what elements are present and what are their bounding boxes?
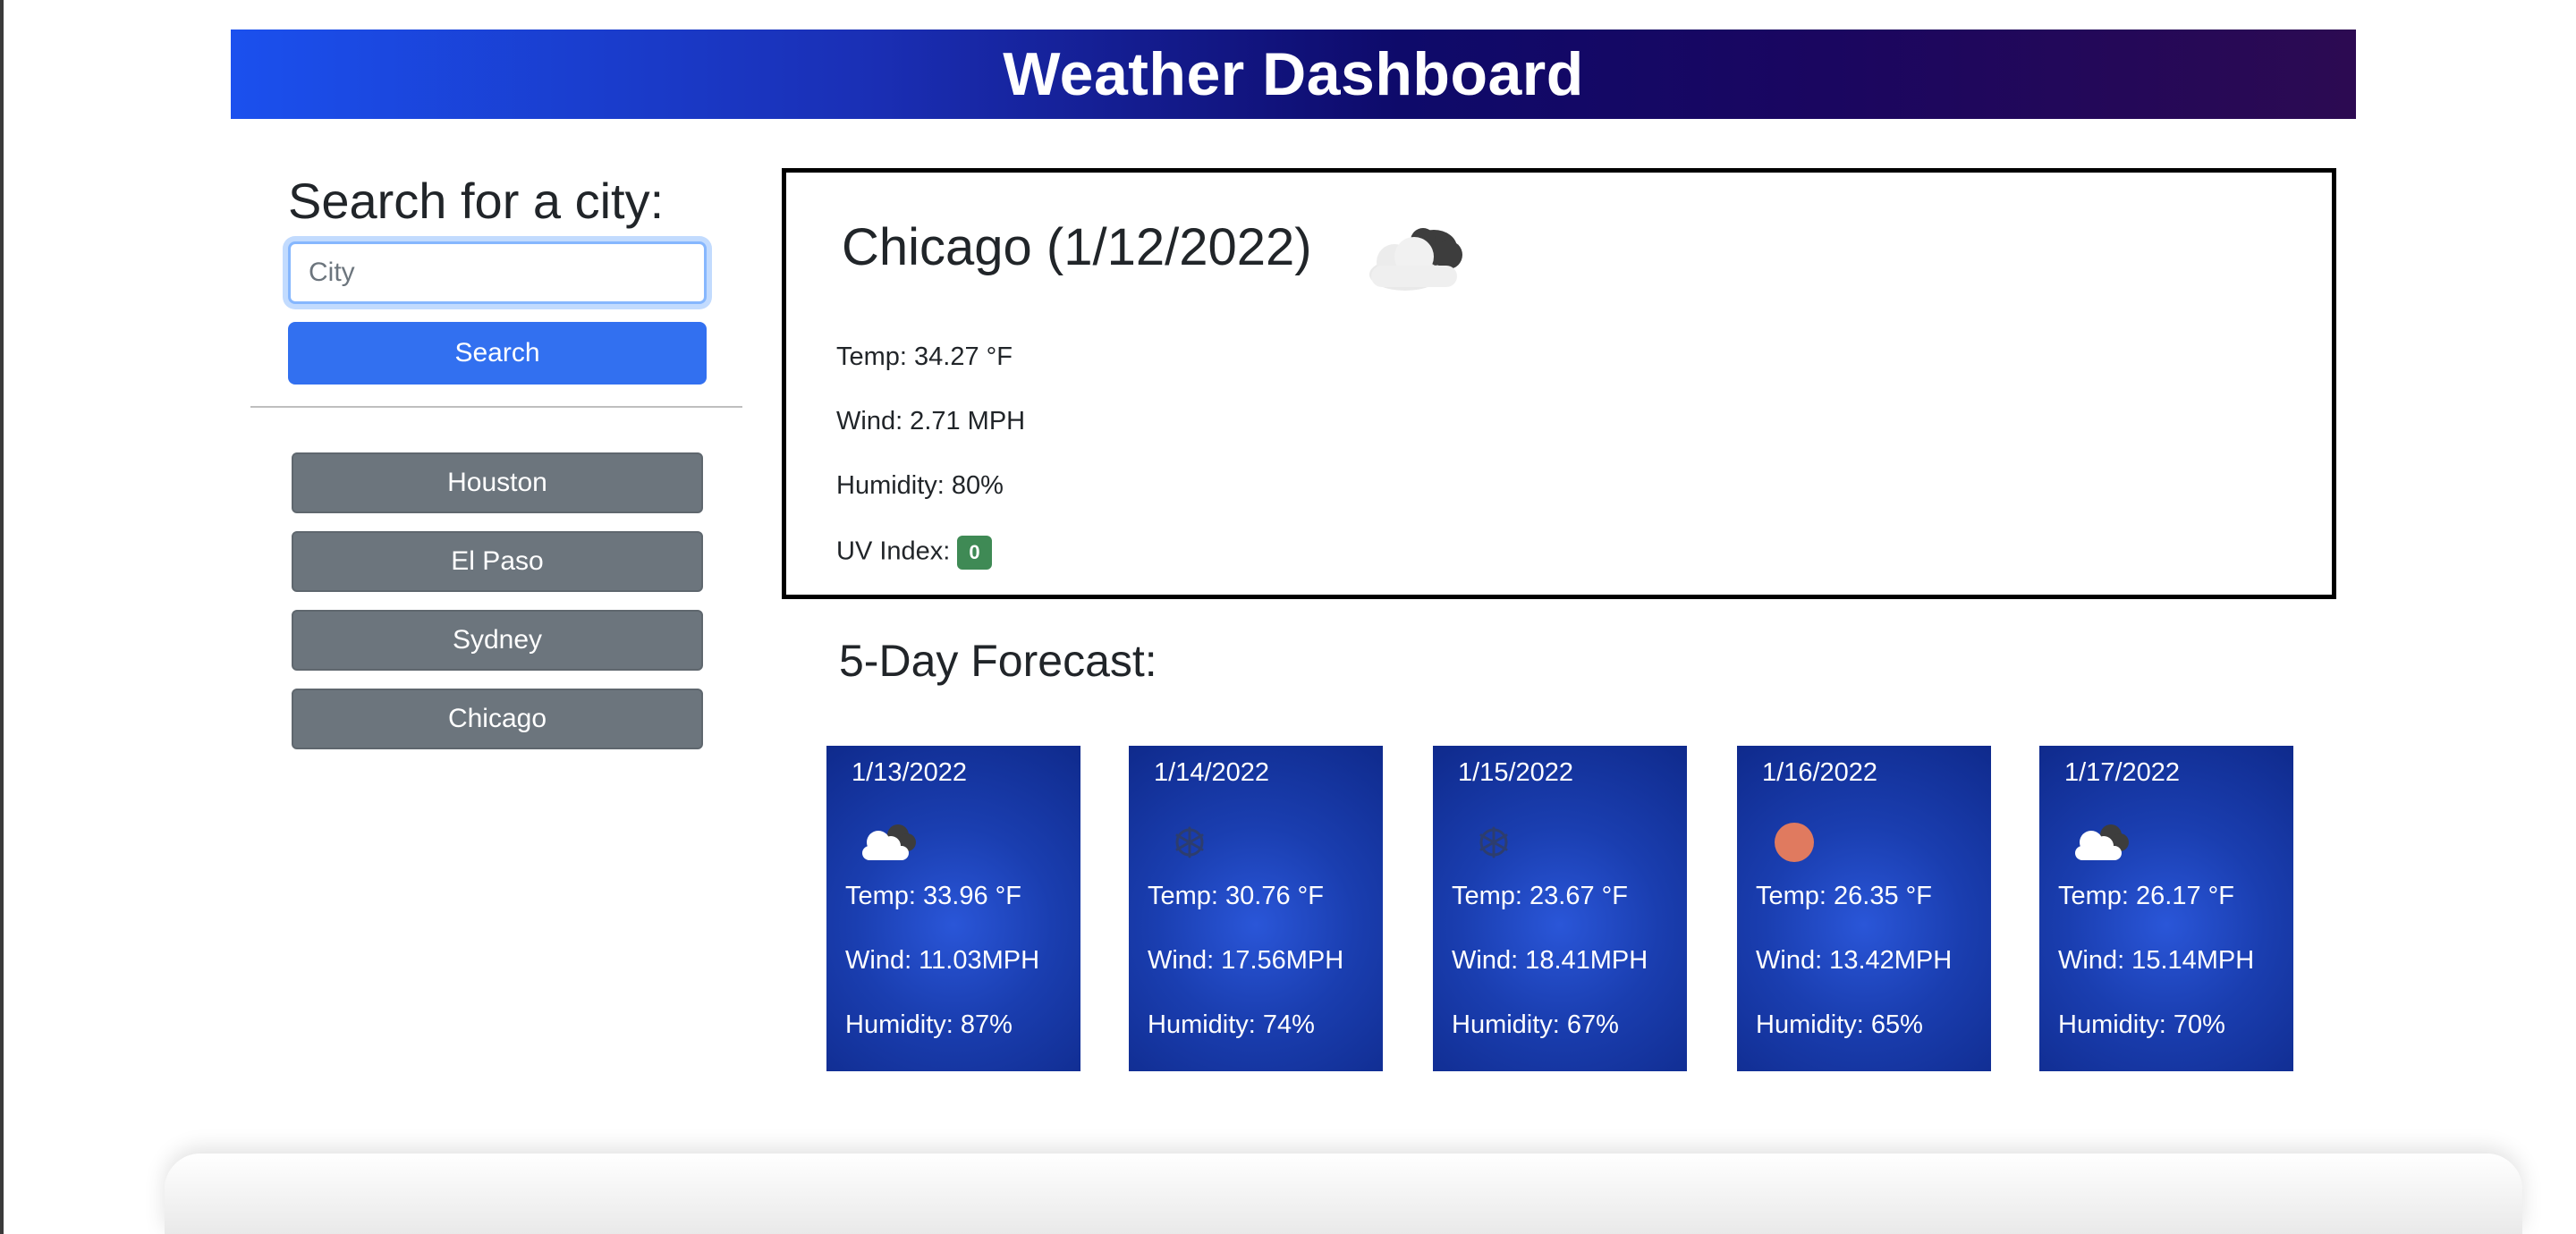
uv-index-badge: 0 bbox=[957, 536, 992, 570]
forecast-heading: 5-Day Forecast: bbox=[839, 636, 1157, 686]
sidebar-divider bbox=[250, 406, 742, 408]
forecast-humidity: Humidity: 65% bbox=[1756, 1010, 1923, 1039]
forecast-card: 1/16/2022 Temp: 26.35 °F Wind: 13.42MPH … bbox=[1737, 746, 1991, 1071]
current-weather-panel: Chicago (1/12/2022) Temp: 34.27 °F Wind:… bbox=[782, 168, 2336, 599]
snow-icon bbox=[1175, 826, 1204, 858]
forecast-wind: Wind: 18.41MPH bbox=[1452, 946, 1648, 975]
history-button-chicago[interactable]: Chicago bbox=[292, 689, 703, 749]
forecast-temp: Temp: 26.35 °F bbox=[1756, 882, 1932, 910]
uv-index-label: UV Index: bbox=[836, 537, 951, 566]
page-title: Weather Dashboard bbox=[1003, 40, 1584, 108]
forecast-temp: Temp: 26.17 °F bbox=[2058, 882, 2234, 910]
forecast-date: 1/16/2022 bbox=[1762, 758, 1878, 787]
city-search-input[interactable] bbox=[288, 241, 707, 304]
window-bottom-shadow bbox=[165, 1154, 2522, 1234]
cloud-partly-icon bbox=[1369, 228, 1462, 291]
forecast-card: 1/17/2022 Temp: 26.17 °F Wind: 15.14MPH … bbox=[2039, 746, 2293, 1071]
broken-clouds-icon bbox=[2075, 824, 2129, 860]
forecast-wind: Wind: 11.03MPH bbox=[845, 946, 1040, 975]
browser-viewport: Weather Dashboard Search for a city: Sea… bbox=[0, 0, 2576, 1234]
page-header: Weather Dashboard bbox=[231, 30, 2356, 119]
forecast-humidity: Humidity: 70% bbox=[2058, 1010, 2225, 1039]
sun-icon bbox=[1775, 823, 1814, 862]
forecast-wind: Wind: 13.42MPH bbox=[1756, 946, 1953, 975]
forecast-humidity: Humidity: 74% bbox=[1148, 1010, 1315, 1039]
snow-icon bbox=[1479, 826, 1508, 858]
current-city-title: Chicago (1/12/2022) bbox=[842, 218, 1312, 276]
forecast-temp: Temp: 30.76 °F bbox=[1148, 882, 1324, 910]
forecast-card: 1/14/2022 Temp: 30.76 °F Wind: 17.56MPH … bbox=[1129, 746, 1383, 1071]
forecast-wind: Wind: 15.14MPH bbox=[2058, 946, 2255, 975]
search-heading: Search for a city: bbox=[288, 173, 665, 229]
current-humidity: Humidity: 80% bbox=[836, 471, 1004, 500]
forecast-temp: Temp: 23.67 °F bbox=[1452, 882, 1628, 910]
forecast-humidity: Humidity: 67% bbox=[1452, 1010, 1619, 1039]
forecast-date: 1/13/2022 bbox=[852, 758, 968, 787]
forecast-card: 1/15/2022 Temp: 23.67 °F Wind: 18.41MPH … bbox=[1433, 746, 1687, 1071]
current-temp: Temp: 34.27 °F bbox=[836, 342, 1013, 371]
forecast-date: 1/15/2022 bbox=[1458, 758, 1574, 787]
forecast-humidity: Humidity: 87% bbox=[845, 1010, 1013, 1039]
forecast-date: 1/14/2022 bbox=[1154, 758, 1270, 787]
history-button-sydney[interactable]: Sydney bbox=[292, 610, 703, 671]
current-uv-row: UV Index: 0 bbox=[836, 536, 992, 570]
forecast-card: 1/13/2022 Temp: 33.96 °F Wind: 11.03MPH … bbox=[826, 746, 1080, 1071]
forecast-wind: Wind: 17.56MPH bbox=[1148, 946, 1344, 975]
forecast-temp: Temp: 33.96 °F bbox=[845, 882, 1021, 910]
forecast-date: 1/17/2022 bbox=[2064, 758, 2181, 787]
history-button-el-paso[interactable]: El Paso bbox=[292, 531, 703, 592]
search-button[interactable]: Search bbox=[288, 322, 707, 385]
broken-clouds-icon bbox=[862, 824, 916, 860]
history-button-houston[interactable]: Houston bbox=[292, 452, 703, 513]
current-wind: Wind: 2.71 MPH bbox=[836, 407, 1026, 435]
